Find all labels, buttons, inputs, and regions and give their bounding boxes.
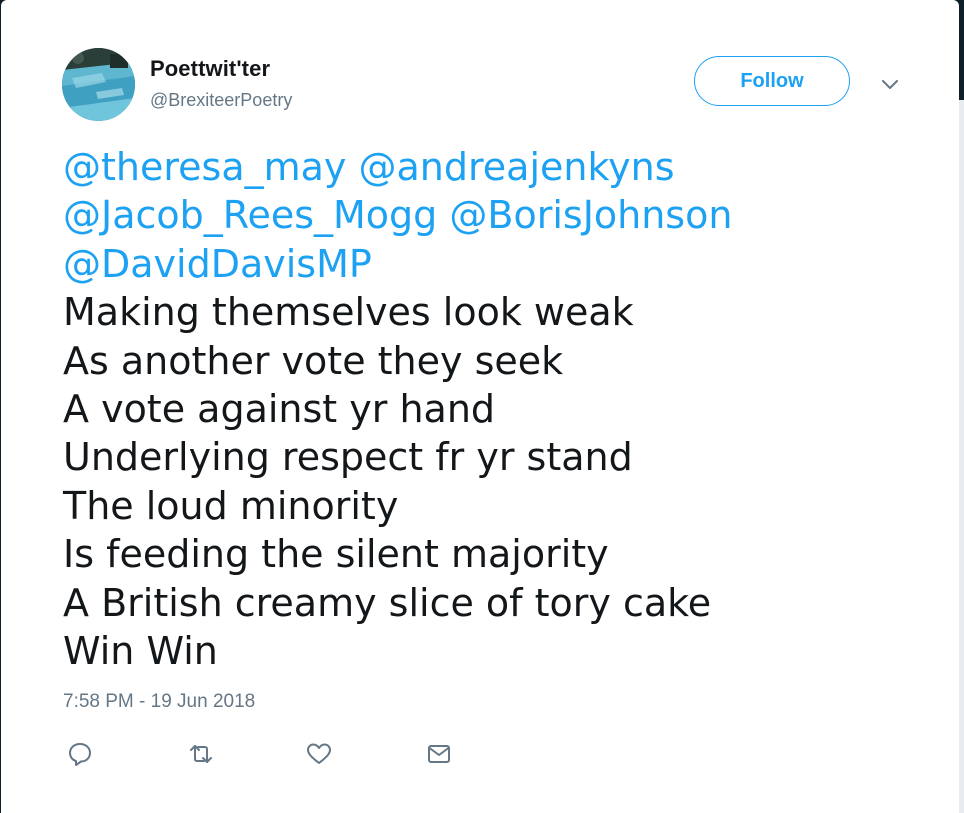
mention-link[interactable]: @andreajenkyns (359, 145, 675, 189)
mention-link[interactable]: @Jacob_Rees_Mogg (63, 193, 437, 237)
tweet-text: @theresa_may @andreajenkyns @Jacob_Rees_… (63, 143, 943, 675)
retweet-icon[interactable] (187, 740, 215, 768)
mention-link[interactable]: @BorisJohnson (449, 193, 732, 237)
tweet-line: Underlying respect fr yr stand (63, 435, 633, 480)
follow-button[interactable]: Follow (694, 56, 850, 106)
tweet-line: As another vote they seek (63, 338, 564, 383)
tweet-line: A British creamy slice of tory cake (63, 580, 712, 625)
mention-link[interactable]: @theresa_may (63, 145, 346, 189)
like-icon[interactable] (305, 740, 333, 768)
avatar[interactable] (62, 48, 135, 121)
tweet-line: The loud minority (63, 483, 399, 528)
tweet-line: Making themselves look weak (63, 290, 634, 335)
tweet-line: A vote against yr hand (63, 387, 496, 432)
mention-line: @DavidDavisMP (63, 240, 943, 288)
screen-name[interactable]: @BrexiteerPoetry (150, 90, 292, 111)
mention-line: @theresa_may @andreajenkyns (63, 143, 943, 191)
mention-link[interactable]: @DavidDavisMP (63, 242, 372, 286)
chevron-down-icon[interactable] (878, 72, 902, 96)
mention-line: @Jacob_Rees_Mogg @BorisJohnson (63, 191, 943, 239)
tweet-card: Poettwit'ter @BrexiteerPoetry Follow @th… (1, 0, 959, 813)
display-name[interactable]: Poettwit'ter (150, 56, 270, 82)
direct-message-icon[interactable] (425, 740, 453, 768)
tweet-line: Win Win (63, 629, 218, 674)
tweet-line: Is feeding the silent majority (63, 532, 609, 577)
reply-icon[interactable] (66, 740, 94, 768)
timestamp[interactable]: 7:58 PM - 19 Jun 2018 (63, 691, 255, 713)
